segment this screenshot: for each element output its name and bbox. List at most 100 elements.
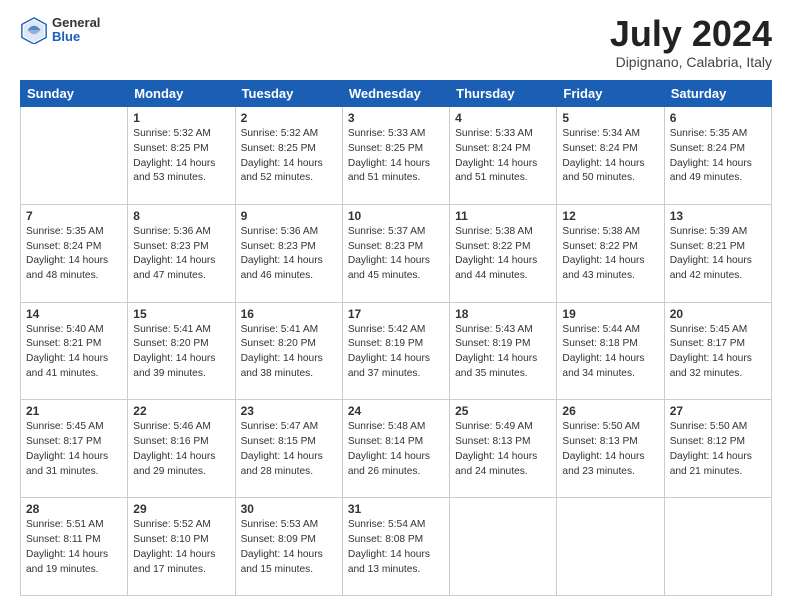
day-info: Sunrise: 5:42 AM Sunset: 8:19 PM Dayligh… [348,323,444,382]
header: General Blue July 2024 Dipignano, Calabr… [20,16,772,70]
calendar-week-row: 1 Sunrise: 5:32 AM Sunset: 8:25 PM Daylig… [21,107,772,205]
day-number: 11 [455,209,551,223]
calendar-cell: 6 Sunrise: 5:35 AM Sunset: 8:24 PM Daylig… [664,107,771,205]
calendar-cell: 7 Sunrise: 5:35 AM Sunset: 8:24 PM Daylig… [21,204,128,302]
calendar-cell: 29Sunrise: 5:52 AM Sunset: 8:10 PM Dayli… [128,498,235,596]
day-number: 27 [670,404,766,418]
calendar-week-row: 21 Sunrise: 5:45 AM Sunset: 8:17 PM Dayli… [21,400,772,498]
calendar-cell: 31 Sunrise: 5:54 AM Sunset: 8:08 PM Dayli… [342,498,449,596]
day-info: Sunrise: 5:50 AM Sunset: 8:13 PM Dayligh… [562,420,658,479]
calendar-cell: 5 Sunrise: 5:34 AM Sunset: 8:24 PM Daylig… [557,107,664,205]
calendar-cell: 2Sunrise: 5:32 AM Sunset: 8:25 PM Daylig… [235,107,342,205]
day-info: Sunrise: 5:41 AM Sunset: 8:20 PM Dayligh… [241,323,337,382]
day-info: Sunrise: 5:36 AM Sunset: 8:23 PM Dayligh… [241,225,337,284]
day-info: Sunrise: 5:54 AM Sunset: 8:08 PM Dayligh… [348,518,444,577]
calendar-cell: 9 Sunrise: 5:36 AM Sunset: 8:23 PM Daylig… [235,204,342,302]
day-number: 23 [241,404,337,418]
day-info: Sunrise: 5:52 AM Sunset: 8:10 PM Dayligh… [133,518,229,577]
col-header-wednesday: Wednesday [342,81,449,107]
calendar-cell: 10Sunrise: 5:37 AM Sunset: 8:23 PM Dayli… [342,204,449,302]
day-number: 21 [26,404,122,418]
calendar-cell: 8 Sunrise: 5:36 AM Sunset: 8:23 PM Daylig… [128,204,235,302]
day-number: 17 [348,307,444,321]
logo-general: General [52,16,100,30]
calendar-cell [21,107,128,205]
day-info: Sunrise: 5:49 AM Sunset: 8:13 PM Dayligh… [455,420,551,479]
location: Dipignano, Calabria, Italy [610,54,772,70]
month-year: July 2024 [610,16,772,52]
day-info: Sunrise: 5:35 AM Sunset: 8:24 PM Dayligh… [670,127,766,186]
day-info: Sunrise: 5:36 AM Sunset: 8:23 PM Dayligh… [133,225,229,284]
calendar-cell: 25 Sunrise: 5:49 AM Sunset: 8:13 PM Dayli… [450,400,557,498]
day-info: Sunrise: 5:33 AM Sunset: 8:24 PM Dayligh… [455,127,551,186]
logo-blue: Blue [52,30,100,44]
calendar-cell: 13Sunrise: 5:39 AM Sunset: 8:21 PM Dayli… [664,204,771,302]
day-info: Sunrise: 5:48 AM Sunset: 8:14 PM Dayligh… [348,420,444,479]
col-header-sunday: Sunday [21,81,128,107]
day-info: Sunrise: 5:40 AM Sunset: 8:21 PM Dayligh… [26,323,122,382]
day-number: 24 [348,404,444,418]
day-info: Sunrise: 5:33 AM Sunset: 8:25 PM Dayligh… [348,127,444,186]
calendar-cell: 16 Sunrise: 5:41 AM Sunset: 8:20 PM Dayli… [235,302,342,400]
calendar-header-row: SundayMondayTuesdayWednesdayThursdayFrid… [21,81,772,107]
calendar-cell: 3 Sunrise: 5:33 AM Sunset: 8:25 PM Daylig… [342,107,449,205]
day-number: 5 [562,111,658,125]
day-info: Sunrise: 5:38 AM Sunset: 8:22 PM Dayligh… [455,225,551,284]
calendar-cell: 1 Sunrise: 5:32 AM Sunset: 8:25 PM Daylig… [128,107,235,205]
calendar-cell: 15Sunrise: 5:41 AM Sunset: 8:20 PM Dayli… [128,302,235,400]
day-number: 31 [348,502,444,516]
day-info: Sunrise: 5:43 AM Sunset: 8:19 PM Dayligh… [455,323,551,382]
logo-text: General Blue [52,16,100,45]
day-number: 2 [241,111,337,125]
col-header-saturday: Saturday [664,81,771,107]
day-number: 3 [348,111,444,125]
calendar-cell: 14Sunrise: 5:40 AM Sunset: 8:21 PM Dayli… [21,302,128,400]
day-number: 9 [241,209,337,223]
calendar-cell: 12 Sunrise: 5:38 AM Sunset: 8:22 PM Dayli… [557,204,664,302]
calendar-cell: 20 Sunrise: 5:45 AM Sunset: 8:17 PM Dayli… [664,302,771,400]
day-number: 8 [133,209,229,223]
day-info: Sunrise: 5:46 AM Sunset: 8:16 PM Dayligh… [133,420,229,479]
day-number: 16 [241,307,337,321]
calendar-cell: 4 Sunrise: 5:33 AM Sunset: 8:24 PM Daylig… [450,107,557,205]
day-info: Sunrise: 5:32 AM Sunset: 8:25 PM Dayligh… [133,127,229,186]
logo-icon [20,16,48,44]
day-info: Sunrise: 5:38 AM Sunset: 8:22 PM Dayligh… [562,225,658,284]
day-number: 22 [133,404,229,418]
day-info: Sunrise: 5:37 AM Sunset: 8:23 PM Dayligh… [348,225,444,284]
day-info: Sunrise: 5:35 AM Sunset: 8:24 PM Dayligh… [26,225,122,284]
col-header-friday: Friday [557,81,664,107]
day-number: 26 [562,404,658,418]
day-number: 6 [670,111,766,125]
day-number: 19 [562,307,658,321]
calendar-cell: 26 Sunrise: 5:50 AM Sunset: 8:13 PM Dayli… [557,400,664,498]
day-info: Sunrise: 5:47 AM Sunset: 8:15 PM Dayligh… [241,420,337,479]
title-area: July 2024 Dipignano, Calabria, Italy [610,16,772,70]
day-number: 13 [670,209,766,223]
calendar-week-row: 14Sunrise: 5:40 AM Sunset: 8:21 PM Dayli… [21,302,772,400]
col-header-thursday: Thursday [450,81,557,107]
day-info: Sunrise: 5:45 AM Sunset: 8:17 PM Dayligh… [26,420,122,479]
day-info: Sunrise: 5:34 AM Sunset: 8:24 PM Dayligh… [562,127,658,186]
col-header-monday: Monday [128,81,235,107]
calendar-cell: 22 Sunrise: 5:46 AM Sunset: 8:16 PM Dayli… [128,400,235,498]
day-number: 25 [455,404,551,418]
day-number: 18 [455,307,551,321]
day-number: 1 [133,111,229,125]
calendar-week-row: 7 Sunrise: 5:35 AM Sunset: 8:24 PM Daylig… [21,204,772,302]
calendar-cell: 11 Sunrise: 5:38 AM Sunset: 8:22 PM Dayli… [450,204,557,302]
calendar-cell: 17 Sunrise: 5:42 AM Sunset: 8:19 PM Dayli… [342,302,449,400]
calendar-cell: 23 Sunrise: 5:47 AM Sunset: 8:15 PM Dayli… [235,400,342,498]
calendar-cell: 21 Sunrise: 5:45 AM Sunset: 8:17 PM Dayli… [21,400,128,498]
day-number: 7 [26,209,122,223]
calendar-cell: 30Sunrise: 5:53 AM Sunset: 8:09 PM Dayli… [235,498,342,596]
page: General Blue July 2024 Dipignano, Calabr… [0,0,792,612]
day-info: Sunrise: 5:45 AM Sunset: 8:17 PM Dayligh… [670,323,766,382]
day-number: 4 [455,111,551,125]
day-number: 12 [562,209,658,223]
day-info: Sunrise: 5:44 AM Sunset: 8:18 PM Dayligh… [562,323,658,382]
logo: General Blue [20,16,100,45]
calendar-table: SundayMondayTuesdayWednesdayThursdayFrid… [20,80,772,596]
calendar-cell: 24 Sunrise: 5:48 AM Sunset: 8:14 PM Dayli… [342,400,449,498]
day-number: 20 [670,307,766,321]
